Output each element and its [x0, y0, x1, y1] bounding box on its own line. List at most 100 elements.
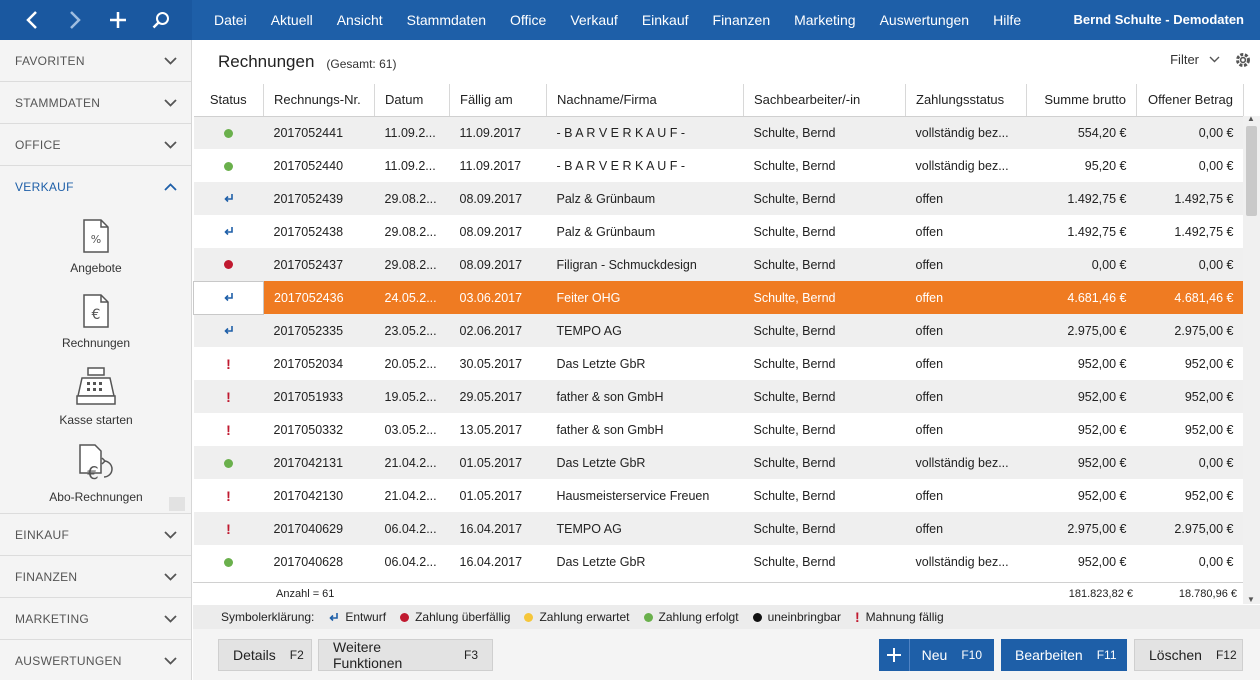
cell-offener-betrag: 0,00 €: [1198, 554, 1234, 569]
sidebar-section-label: STAMMDATEN: [15, 95, 101, 110]
menu-verkauf[interactable]: Verkauf: [558, 0, 629, 40]
sidebar-section-label: AUSWERTUNGEN: [15, 653, 122, 668]
cell-bearbeiter: Schulte, Bernd: [743, 116, 906, 149]
col-header-datum[interactable]: Datum: [374, 84, 450, 117]
neu-button[interactable]: Neu F10: [879, 639, 994, 671]
col-header-zahlungsstatus[interactable]: Zahlungsstatus: [905, 84, 1027, 117]
table-row[interactable]: ! 2017040629 06.04.2... 16.04.2017 TEMPO AG S…: [193, 512, 1244, 545]
cell-zahlungsstatus: offen: [905, 248, 1027, 281]
loeschen-button[interactable]: Löschen F12: [1134, 639, 1243, 671]
cell-status: [193, 446, 264, 479]
legend-label: Zahlung überfällig: [415, 610, 511, 624]
search-button[interactable]: [146, 5, 176, 35]
legend-erwartet: Zahlung erwartet: [524, 610, 630, 624]
user-name[interactable]: Bernd Schulte - Demodaten: [1074, 0, 1244, 40]
scroll-down-icon[interactable]: ▼: [1247, 595, 1255, 604]
col-header-summe-brutto[interactable]: Summe brutto: [1026, 84, 1137, 117]
button-label: Bearbeiten: [1015, 647, 1083, 663]
table-row[interactable]: 2017042131 21.04.2... 01.05.2017 Das Letzte…: [193, 446, 1244, 479]
plus-icon: [879, 639, 910, 671]
cell-summe-brutto: 952,00 €: [1077, 356, 1127, 371]
cell-rechnungs-nr: 2017052034: [273, 356, 344, 371]
menu-finanzen[interactable]: Finanzen: [701, 0, 783, 40]
red-dot-icon: [400, 612, 410, 622]
menu-ansicht[interactable]: Ansicht: [325, 0, 395, 40]
symbol-legend: Symbolerklärung: Entwurf Zahlung überfäl…: [193, 605, 1260, 629]
col-header-bearbeiter[interactable]: Sachbearbeiter/-in: [743, 84, 906, 117]
col-header-faellig[interactable]: Fällig am: [449, 84, 547, 117]
bearbeiten-button[interactable]: Bearbeiten F11: [1001, 639, 1127, 671]
new-button-top[interactable]: [103, 5, 133, 35]
table-row[interactable]: ! 2017050332 03.05.2... 13.05.2017 father & …: [194, 413, 1244, 446]
offer-document-icon: %: [83, 219, 109, 253]
table-row[interactable]: 2017052439 29.08.2... 08.09.2017 Palz & Grü…: [193, 182, 1244, 215]
sidebar-section-finanzen[interactable]: FINANZEN: [0, 556, 191, 598]
svg-text:€: €: [87, 463, 98, 483]
menu-marketing[interactable]: Marketing: [782, 0, 867, 40]
chevron-down-icon: [164, 656, 177, 665]
cell-bearbeiter: Schulte, Bernd: [743, 512, 906, 545]
filter-dropdown[interactable]: Filter: [1170, 52, 1220, 67]
sidebar-section-einkauf[interactable]: EINKAUF: [0, 514, 191, 556]
table-row[interactable]: ! 2017042130 21.04.2... 01.05.2017 Hausmeist…: [194, 479, 1244, 512]
menu-datei[interactable]: Datei: [202, 0, 259, 40]
table-row[interactable]: 2017052436 24.05.2... 03.06.2017 Feiter OHG…: [193, 280, 1244, 315]
table-row[interactable]: 2017052437 29.08.2... 08.09.2017 Filigran -…: [193, 248, 1244, 281]
menu-einkauf[interactable]: Einkauf: [630, 0, 701, 40]
cell-status: [194, 215, 264, 248]
cell-offener-betrag: 1.492,75 €: [1174, 224, 1234, 239]
sidebar-section-favoriten[interactable]: FAVORITEN: [0, 40, 191, 82]
cell-status: [193, 182, 264, 215]
chevron-down-icon: [164, 530, 177, 539]
weitere-funktionen-button[interactable]: Weitere Funktionen F3: [318, 639, 493, 671]
draft-arrow-icon: [224, 193, 233, 202]
table-row[interactable]: 2017052438 29.08.2... 08.09.2017 Palz & Grü…: [194, 215, 1244, 248]
sidebar-tile-kasse[interactable]: Kasse starten: [46, 366, 146, 427]
menu-aktuell[interactable]: Aktuell: [259, 0, 325, 40]
col-header-firma[interactable]: Nachname/Firma: [546, 84, 744, 117]
cell-offener-betrag: 0,00 €: [1136, 116, 1244, 149]
table-row[interactable]: 2017052335 23.05.2... 02.06.2017 TEMPO AG Sc…: [193, 314, 1244, 347]
cell-faellig: 02.06.2017: [449, 314, 547, 347]
table-scrollbar[interactable]: ▲ ▼: [1243, 114, 1260, 604]
sidebar-section-auswertungen[interactable]: AUSWERTUNGEN: [0, 640, 191, 680]
legend-mahnung: ! Mahnung fällig: [855, 609, 944, 625]
table-row[interactable]: 2017052441 11.09.2... 11.09.2017- B A R V …: [193, 116, 1244, 149]
table-row[interactable]: ! 2017052034 20.05.2... 30.05.2017 Das Letzt…: [194, 347, 1244, 380]
menu-office[interactable]: Office: [498, 0, 558, 40]
forward-button[interactable]: [60, 5, 90, 35]
cell-faellig: 03.06.2017: [449, 281, 547, 314]
menu-hilfe[interactable]: Hilfe: [981, 0, 1033, 40]
cell-datum: 23.05.2...: [374, 314, 450, 347]
chevron-down-icon: [1209, 56, 1220, 63]
details-button[interactable]: Details F2: [218, 639, 312, 671]
scrollbar-thumb[interactable]: [1246, 126, 1257, 216]
table-row[interactable]: 2017040628 06.04.2... 16.04.2017 Das Letzte…: [194, 545, 1244, 578]
sidebar-scroll-handle[interactable]: [169, 497, 185, 511]
menu-stammdaten[interactable]: Stammdaten: [395, 0, 498, 40]
back-button[interactable]: [17, 5, 47, 35]
legend-label: Entwurf: [345, 610, 387, 624]
sidebar-tile-angebote[interactable]: % Angebote: [46, 218, 146, 275]
sidebar-tile-abo-rechnungen[interactable]: € Abo-Rechnungen: [46, 443, 146, 504]
cell-datum: 11.09.2...: [374, 116, 450, 149]
gear-icon[interactable]: [1234, 51, 1252, 69]
col-header-offener-betrag[interactable]: Offener Betrag: [1136, 84, 1244, 117]
scroll-up-icon[interactable]: ▲: [1247, 114, 1255, 123]
cell-status: [193, 314, 264, 347]
col-header-status[interactable]: Status: [193, 84, 264, 117]
sidebar-section-marketing[interactable]: MARKETING: [0, 598, 191, 640]
table-row[interactable]: 2017052440 11.09.2... 11.09.2017 - B A R V …: [194, 149, 1244, 182]
menu-auswertungen[interactable]: Auswertungen: [868, 0, 982, 40]
sidebar-section-stammdaten[interactable]: STAMMDATEN: [0, 82, 191, 124]
sidebar-section-office[interactable]: OFFICE: [0, 124, 191, 166]
col-header-rechnungs-nr[interactable]: Rechnungs-Nr.: [263, 84, 375, 117]
cell-faellig: 16.04.2017: [449, 512, 547, 545]
sidebar-tile-label: Abo-Rechnungen: [49, 490, 143, 504]
sidebar-tile-rechnungen[interactable]: € Rechnungen: [46, 293, 146, 350]
cell-rechnungs-nr: 2017052441: [263, 116, 375, 149]
table-row[interactable]: ! 2017051933 19.05.2... 29.05.2017 father & …: [193, 380, 1244, 413]
sidebar-section-verkauf[interactable]: VERKAUF: [0, 166, 191, 208]
cell-firma: Palz & Grünbaum: [546, 182, 744, 215]
summary-count: Anzahl = 61: [276, 588, 335, 600]
